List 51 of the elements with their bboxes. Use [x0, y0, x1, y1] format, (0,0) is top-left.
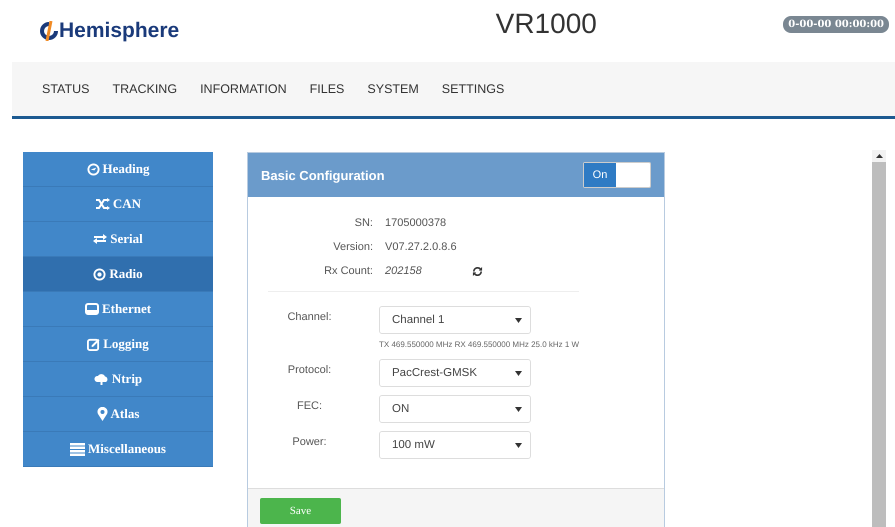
caret-icon — [515, 406, 522, 412]
dropdown[interactable]: ON — [379, 395, 531, 423]
sidebar-item[interactable]: Logging — [23, 327, 213, 362]
scrollbar[interactable] — [872, 150, 886, 527]
list-icon — [70, 442, 85, 456]
info-label: Rx Count: — [323, 265, 373, 277]
nav-link[interactable]: SETTINGS — [442, 82, 504, 96]
refresh-icon[interactable] — [472, 266, 483, 276]
info-label: Version: — [332, 241, 373, 253]
shuffle-icon — [94, 198, 110, 210]
caret-icon — [515, 442, 522, 448]
channel-hint: TX 469.550000 MHz RX 469.550000 MHz 25.0 kHz 1 W — [379, 339, 580, 351]
nav-link[interactable]: FILES — [310, 82, 344, 96]
inbox-icon — [84, 303, 99, 315]
target-icon — [93, 268, 106, 280]
sidebar-item[interactable]: Ntrip — [23, 362, 213, 397]
sidebar-item[interactable]: Ethernet — [23, 292, 213, 327]
field-label: Protocol: — [286, 363, 332, 378]
exchange-icon — [93, 233, 108, 245]
dropdown[interactable]: 100 mW — [379, 431, 531, 459]
info-value: 1705000378 — [385, 217, 448, 229]
dropdown[interactable]: Channel 1 — [379, 306, 531, 334]
caret-icon — [515, 370, 522, 376]
scroll-up-icon[interactable] — [876, 154, 882, 158]
cloud-icon — [94, 373, 109, 385]
sidebar-item[interactable]: Radio — [23, 257, 213, 292]
compass-icon — [86, 162, 100, 176]
caret-icon — [515, 318, 522, 322]
field-label: FEC: — [296, 399, 324, 414]
field-label: Power: — [291, 435, 328, 450]
field-label: Channel: — [286, 310, 333, 325]
sidebar-item[interactable]: Heading — [23, 152, 213, 187]
info-label: SN: — [354, 217, 373, 229]
timestamp-badge: 0-00-00 00:00:00 — [783, 16, 889, 32]
toggle-switch[interactable]: On — [583, 162, 651, 188]
panel-title: Basic Configuration — [261, 168, 385, 182]
sidebar-item[interactable]: CAN — [23, 187, 213, 222]
nav-link[interactable]: TRACKING — [112, 82, 178, 96]
info-value: V07.27.2.0.8.6 — [385, 241, 458, 253]
info-value: 202158 — [385, 265, 422, 277]
page-title: VR1000 — [496, 8, 597, 40]
sidebar-item[interactable]: Atlas — [23, 397, 213, 432]
edit-icon — [87, 338, 100, 350]
nav-link[interactable]: SYSTEM — [367, 82, 419, 96]
logo-text: Hemisphere — [59, 19, 180, 43]
dropdown[interactable]: PacCrest-GMSK — [379, 359, 531, 387]
map-pin-icon — [96, 407, 108, 421]
nav-link[interactable]: STATUS — [42, 82, 90, 96]
nav-link[interactable]: INFORMATION — [200, 82, 287, 96]
sidebar-item[interactable]: Miscellaneous — [23, 432, 213, 467]
logo-icon — [40, 21, 58, 41]
